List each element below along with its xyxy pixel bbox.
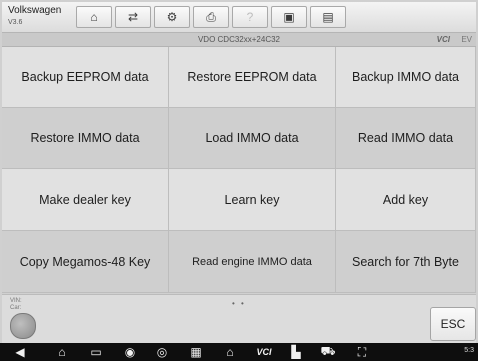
recent-apps-icon[interactable]: ▭: [86, 344, 106, 360]
add-key-button[interactable]: Add key: [336, 169, 476, 231]
browser-icon[interactable]: ◉: [120, 344, 140, 360]
maxisys-home-icon[interactable]: ⌂: [220, 344, 240, 360]
make-dealer-key-button[interactable]: Make dealer key: [2, 169, 169, 231]
software-version: V3.6: [8, 19, 23, 26]
car-label: Car:: [10, 305, 22, 311]
settings-icon: ⚙: [166, 10, 178, 24]
vehicle-make: Volkswagen: [8, 5, 62, 16]
print-button[interactable]: ⎙: [193, 6, 229, 28]
vci-indicator: VCI: [436, 35, 450, 44]
car-icon[interactable]: ⛟: [318, 344, 338, 360]
top-toolbar: Volkswagen V3.6 ⌂ ⇄ ⚙ ⎙ ? ▣ ▤: [2, 2, 476, 33]
save-button[interactable]: ▣: [271, 6, 307, 28]
vin-label: VIN:: [10, 298, 22, 304]
camera-icon[interactable]: ◎: [152, 344, 172, 360]
remote-icon[interactable]: ⛶: [352, 344, 372, 360]
vci-icon[interactable]: VCI: [252, 344, 276, 360]
help-button[interactable]: ?: [232, 6, 268, 28]
learn-key-button[interactable]: Learn key: [169, 169, 336, 231]
vehicle-swap-button[interactable]: ⇄: [115, 6, 151, 28]
backup-eeprom-button[interactable]: Backup EEPROM data: [2, 47, 169, 108]
vehicle-id-info: VIN: Car:: [10, 298, 22, 312]
system-nav-bar: ◀ ⌂ ▭ ◉ ◎ ▦ ⌂ VCI ▙ ⛟ ⛶ 5:3: [0, 343, 478, 361]
home-icon: ⌂: [90, 10, 98, 24]
load-immo-button[interactable]: Load IMMO data: [169, 108, 336, 169]
android-home-icon[interactable]: ⌂: [52, 344, 72, 360]
function-grid: Backup EEPROM data Restore EEPROM data B…: [2, 47, 476, 293]
home-button[interactable]: ⌂: [76, 6, 112, 28]
battery-indicator: EV: [461, 35, 472, 44]
vehicle-info: Volkswagen V3.6: [8, 6, 61, 28]
save-icon: ▣: [283, 10, 295, 24]
search-7th-byte-button[interactable]: Search for 7th Byte: [336, 231, 476, 293]
read-engine-immo-button[interactable]: Read engine IMMO data: [169, 231, 336, 293]
data-logging-icon: ▤: [322, 10, 334, 24]
system-status: 5:3: [464, 347, 474, 354]
back-icon[interactable]: ◀: [10, 344, 30, 360]
vehicle-swap-icon: ⇄: [127, 10, 139, 24]
module-title: VDO CDC32xx+24C32: [197, 35, 281, 44]
status-header: VDO CDC32xx+24C32 VCI EV: [2, 33, 476, 47]
read-immo-button[interactable]: Read IMMO data: [336, 108, 476, 169]
help-icon: ?: [246, 10, 254, 24]
app-window: Volkswagen V3.6 ⌂ ⇄ ⚙ ⎙ ? ▣ ▤ VDO CDC32x…: [0, 0, 478, 361]
settings-button[interactable]: ⚙: [154, 6, 190, 28]
toolbar-buttons: ⌂ ⇄ ⚙ ⎙ ? ▣ ▤: [76, 6, 349, 28]
esc-button[interactable]: ESC: [430, 307, 476, 341]
floating-assist-button[interactable]: [10, 313, 36, 339]
data-logging-button[interactable]: ▤: [310, 6, 346, 28]
print-icon: ⎙: [206, 9, 216, 24]
restore-eeprom-button[interactable]: Restore EEPROM data: [169, 47, 336, 108]
restore-immo-button[interactable]: Restore IMMO data: [2, 108, 169, 169]
shop-icon[interactable]: ▙: [286, 344, 306, 360]
copy-megamos-key-button[interactable]: Copy Megamos-48 Key: [2, 231, 169, 293]
display-icon[interactable]: ▦: [186, 344, 206, 360]
bottom-panel: VIN: Car: • • ESC: [2, 294, 476, 343]
backup-immo-button[interactable]: Backup IMMO data: [336, 47, 476, 108]
page-indicator: • •: [232, 299, 246, 308]
